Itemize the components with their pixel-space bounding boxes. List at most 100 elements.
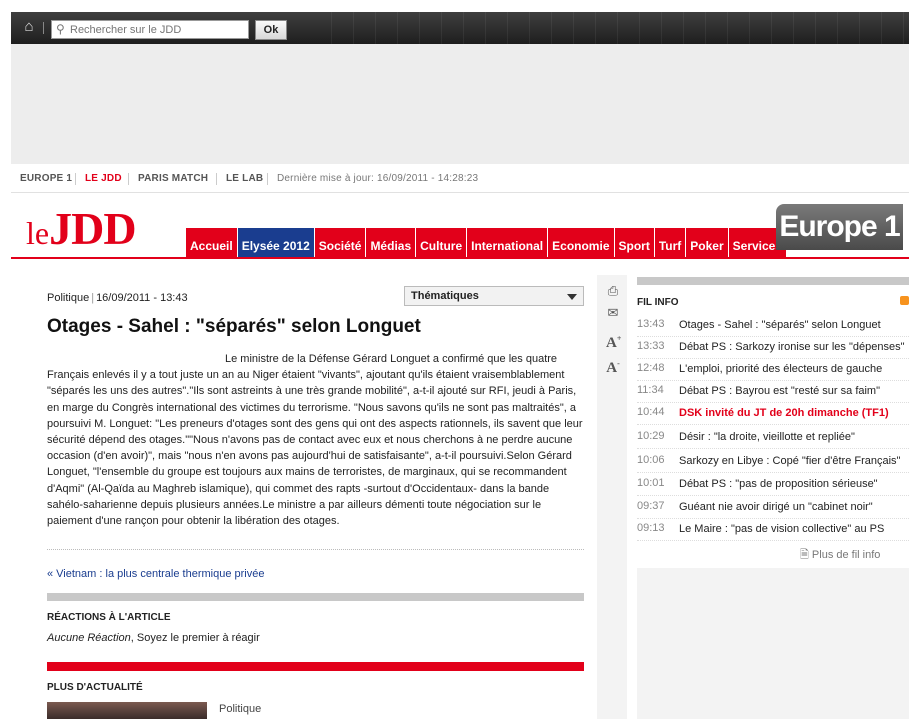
search-ok-button[interactable]: Ok bbox=[255, 20, 287, 40]
fil-info-text[interactable]: Débat PS : "pas de proposition sérieuse" bbox=[679, 478, 878, 490]
fil-info-text[interactable]: Otages - Sahel : "séparés" selon Longuet bbox=[679, 319, 881, 331]
toolbar-pattern bbox=[331, 12, 909, 44]
top-toolbar: ⌂ ⚲ Ok bbox=[11, 12, 909, 44]
site-link-europe1[interactable]: EUROPE 1 bbox=[20, 173, 72, 184]
fil-info-text[interactable]: DSK invité du JT de 20h dimanche (TF1) bbox=[679, 407, 889, 419]
document-icon: 🗎 bbox=[800, 549, 809, 561]
nav-item-international[interactable]: International bbox=[467, 228, 549, 258]
fil-info-time: 12:48 bbox=[637, 362, 665, 374]
reactions-title: RÉACTIONS À L'ARTICLE bbox=[47, 612, 171, 623]
fil-info-item[interactable]: 13:33 Débat PS : Sarkozy ironise sur les … bbox=[637, 336, 909, 359]
site-link-lejdd[interactable]: LE JDD bbox=[85, 173, 122, 184]
fil-info-item[interactable]: 10:01 Débat PS : "pas de proposition séri… bbox=[637, 473, 909, 496]
nav-item-sport[interactable]: Sport bbox=[614, 228, 655, 258]
search-box: ⚲ bbox=[51, 20, 249, 39]
fil-info-text[interactable]: Le Maire : "pas de vision collective" au… bbox=[679, 523, 884, 535]
fil-info-time: 09:37 bbox=[637, 500, 665, 512]
meta-separator: | bbox=[91, 292, 95, 304]
nav-underline bbox=[11, 257, 909, 259]
fil-info-time: 13:33 bbox=[637, 340, 665, 352]
fil-info-item[interactable]: 10:44 DSK invité du JT de 20h dimanche (T… bbox=[637, 402, 909, 425]
fil-info-time: 11:34 bbox=[637, 384, 664, 396]
fil-info-text[interactable]: Sarkozy en Libye : Copé "fier d'être Fra… bbox=[679, 455, 900, 467]
article-body: Le ministre de la Défense Gérard Longuet… bbox=[47, 351, 587, 529]
fil-info-time: 09:13 bbox=[637, 522, 665, 534]
window-frame-top bbox=[0, 0, 909, 12]
fil-info-text[interactable]: Débat PS : Sarkozy ironise sur les "dépe… bbox=[679, 341, 904, 353]
more-news-bar bbox=[47, 662, 584, 671]
more-news-title: PLUS D'ACTUALITÉ bbox=[47, 682, 143, 693]
network-sites-bar: EUROPE 1 LE JDD PARIS MATCH LE LAB Derni… bbox=[11, 164, 909, 193]
fil-info-text[interactable]: Débat PS : Bayrou est "resté sur sa faim… bbox=[679, 385, 880, 397]
article-category[interactable]: Politique bbox=[47, 292, 89, 304]
more-fil-info-link[interactable]: 🗎 Plus de fil info bbox=[800, 546, 880, 565]
reactions-empty-rest: , Soyez le premier à réagir bbox=[130, 632, 260, 644]
toolbar-separator bbox=[43, 22, 44, 34]
print-icon[interactable]: ⎙ bbox=[606, 283, 620, 299]
logo-jdd: JDD bbox=[49, 203, 136, 254]
news-thumbnail[interactable] bbox=[47, 702, 207, 719]
ad-banner-area bbox=[11, 44, 909, 164]
fil-info-text[interactable]: L'emploi, priorité des électeurs de gauc… bbox=[679, 363, 882, 375]
fil-info-time: 10:44 bbox=[637, 406, 665, 418]
search-icon: ⚲ bbox=[56, 22, 65, 36]
site-divider bbox=[267, 173, 268, 185]
font-decrease-icon[interactable]: A- bbox=[606, 359, 620, 377]
fil-info-item[interactable]: 09:13 Le Maire : "pas de vision collectiv… bbox=[637, 518, 909, 541]
last-update-text: Dernière mise à jour: 16/09/2011 - 14:28… bbox=[277, 173, 479, 184]
nav-item-culture[interactable]: Culture bbox=[416, 228, 468, 258]
fil-info-text[interactable]: Guéant nie avoir dirigé un "cabinet noir… bbox=[679, 501, 873, 513]
fil-info-item[interactable]: 10:29 Désir : "la droite, vieillotte et r… bbox=[637, 426, 909, 449]
news-thumbnail-category[interactable]: Politique bbox=[219, 703, 261, 715]
nav-item-medias[interactable]: Médias bbox=[366, 228, 417, 258]
article-body-text: Le ministre de la Défense Gérard Longuet… bbox=[47, 353, 583, 528]
font-decrease-letter: A bbox=[606, 360, 618, 376]
site-divider bbox=[128, 173, 129, 185]
rss-icon[interactable] bbox=[900, 296, 909, 305]
article-title: Otages - Sahel : "séparés" selon Longuet bbox=[47, 316, 421, 337]
nav-item-accueil[interactable]: Accueil bbox=[186, 228, 238, 258]
logo-le: le bbox=[26, 215, 50, 251]
fil-info-text[interactable]: Désir : "la droite, vieillotte et replié… bbox=[679, 431, 855, 443]
right-column-bar bbox=[637, 277, 909, 285]
nav-item-economie[interactable]: Economie bbox=[548, 228, 615, 258]
themes-dropdown[interactable]: Thématiques bbox=[404, 286, 584, 306]
home-icon[interactable]: ⌂ bbox=[21, 19, 37, 35]
fil-info-item[interactable]: 13:43 Otages - Sahel : "séparés" selon Lo… bbox=[637, 314, 909, 337]
font-decrease-sign: - bbox=[617, 359, 620, 368]
site-link-parismatch[interactable]: PARIS MATCH bbox=[138, 173, 208, 184]
fil-info-item[interactable]: 11:34 Débat PS : Bayrou est "resté sur sa… bbox=[637, 380, 909, 403]
fil-info-time: 10:06 bbox=[637, 454, 665, 466]
email-icon[interactable]: ✉ bbox=[606, 305, 620, 321]
article-meta: Politique | 16/09/2011 - 13:43 bbox=[47, 292, 188, 304]
themes-label: Thématiques bbox=[411, 290, 479, 302]
article-date: 16/09/2011 - 13:43 bbox=[96, 292, 188, 304]
more-fil-info-label[interactable]: Plus de fil info bbox=[812, 549, 880, 561]
site-divider bbox=[216, 173, 217, 185]
nav-item-poker[interactable]: Poker bbox=[686, 228, 729, 258]
reactions-empty-text: Aucune Réaction, Soyez le premier à réag… bbox=[47, 632, 260, 644]
chevron-down-icon bbox=[567, 294, 577, 300]
lejdd-logo[interactable]: leJDD bbox=[26, 203, 137, 254]
europe1-logo[interactable]: Europe 1 bbox=[776, 204, 903, 250]
site-divider bbox=[75, 173, 76, 185]
fil-info-time: 10:01 bbox=[637, 477, 665, 489]
fil-info-item[interactable]: 10:06 Sarkozy en Libye : Copé "fier d'êtr… bbox=[637, 450, 909, 473]
site-link-lelab[interactable]: LE LAB bbox=[226, 173, 263, 184]
reactions-empty-italic: Aucune Réaction bbox=[47, 632, 131, 644]
fil-info-item[interactable]: 12:48 L'emploi, priorité des électeurs de… bbox=[637, 358, 909, 381]
article-divider bbox=[47, 549, 584, 550]
nav-item-elysee-2012[interactable]: Elysée 2012 bbox=[237, 228, 315, 258]
previous-article-link[interactable]: « Vietnam : la plus centrale thermique p… bbox=[47, 568, 264, 580]
nav-item-turf[interactable]: Turf bbox=[654, 228, 687, 258]
fil-info-item[interactable]: 09:37 Guéant nie avoir dirigé un "cabinet… bbox=[637, 496, 909, 519]
font-increase-sign: + bbox=[616, 334, 622, 343]
fil-info-time: 13:43 bbox=[637, 318, 665, 330]
nav-item-societe[interactable]: Société bbox=[314, 228, 367, 258]
fil-info-time: 10:29 bbox=[637, 430, 665, 442]
article-tools: ⎙ ✉ A+ A- bbox=[597, 275, 627, 719]
fil-info-title: FIL INFO bbox=[637, 297, 679, 308]
font-increase-icon[interactable]: A+ bbox=[606, 334, 622, 352]
search-input[interactable] bbox=[70, 21, 244, 38]
reactions-bar bbox=[47, 593, 584, 601]
